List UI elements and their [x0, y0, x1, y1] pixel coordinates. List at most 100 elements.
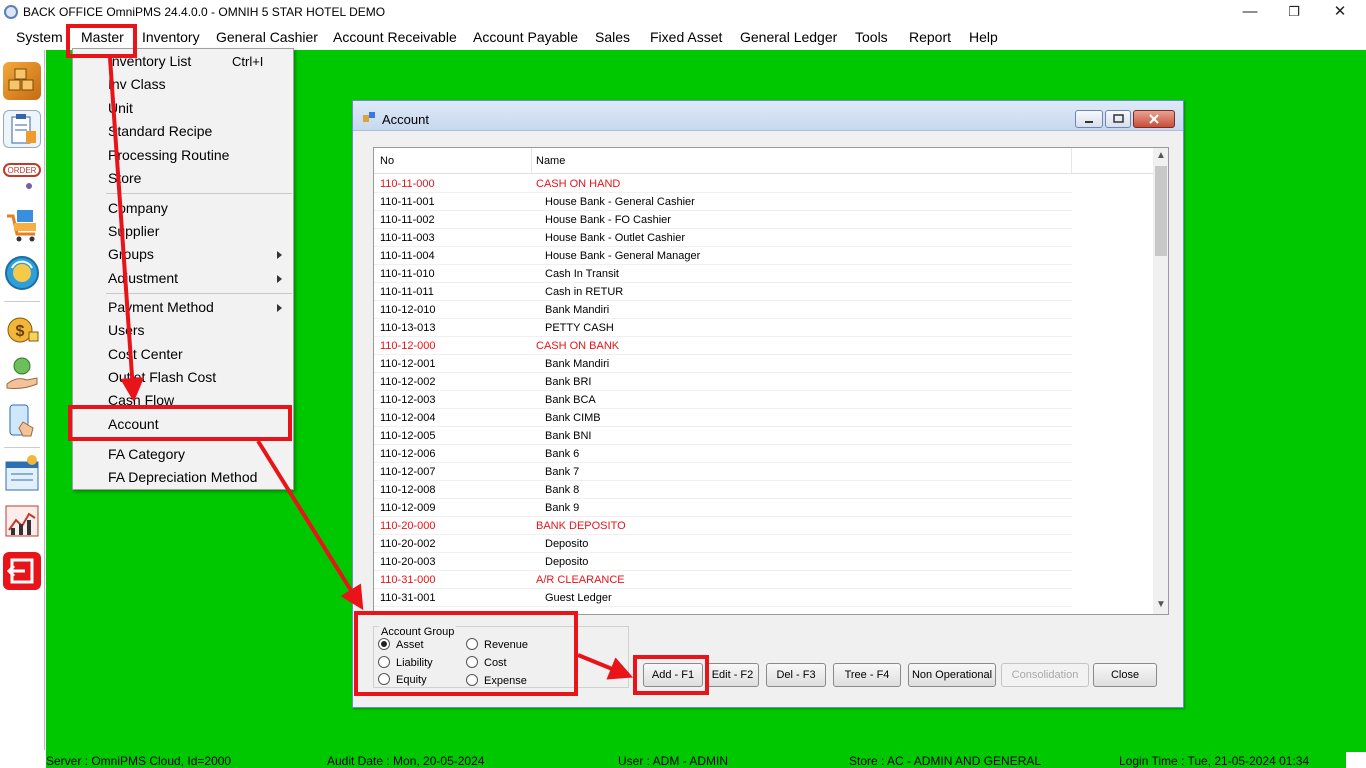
- menu-item-groups[interactable]: Groups: [108, 246, 154, 262]
- money-bag-icon[interactable]: $: [3, 306, 41, 344]
- chart-icon[interactable]: [3, 502, 41, 540]
- vertical-scrollbar[interactable]: ▲ ▼: [1153, 148, 1168, 614]
- menu-account-receivable[interactable]: Account Receivable: [333, 29, 457, 45]
- account-name: House Bank - FO Cashier: [545, 214, 671, 226]
- account-group-row[interactable]: 110-12-000 CASH ON BANK: [374, 337, 1154, 355]
- account-window-titlebar: Account: [353, 101, 1183, 131]
- account-row[interactable]: 110-11-002 House Bank - FO Cashier: [374, 211, 1154, 229]
- menu-item-cost-center[interactable]: Cost Center: [108, 346, 183, 362]
- menu-report[interactable]: Report: [909, 29, 951, 45]
- account-group-row[interactable]: 110-11-000 CASH ON HAND: [374, 175, 1154, 193]
- account-row[interactable]: 110-12-007 Bank 7: [374, 463, 1154, 481]
- window-maximize-button[interactable]: [1105, 110, 1131, 128]
- menu-item-standard-recipe[interactable]: Standard Recipe: [108, 123, 212, 139]
- minimize-button[interactable]: —: [1230, 2, 1270, 22]
- account-grid[interactable]: No Name 110-11-000 CASH ON HAND 110-11-001…: [373, 147, 1169, 615]
- clipboard-icon[interactable]: [3, 110, 41, 148]
- menu-item-outlet-flash-cost[interactable]: Outlet Flash Cost: [108, 369, 216, 385]
- status-audit-date: Audit Date : Mon, 20-05-2024: [327, 754, 485, 768]
- menu-item-supplier[interactable]: Supplier: [108, 223, 159, 239]
- account-no: 110-12-010: [380, 304, 436, 316]
- logout-icon[interactable]: [3, 552, 41, 590]
- window-minimize-button[interactable]: [1075, 110, 1103, 128]
- toolbar-separator: [4, 301, 40, 302]
- shortcut-inventory-list: Ctrl+I: [232, 54, 264, 69]
- account-row[interactable]: 110-31-001 Guest Ledger: [374, 589, 1154, 607]
- scroll-down-icon[interactable]: ▼: [1156, 599, 1166, 610]
- cart-icon[interactable]: [3, 206, 41, 244]
- menu-item-inv-class[interactable]: Inv Class: [108, 76, 166, 92]
- account-name: A/R CLEARANCE: [536, 574, 625, 586]
- account-row[interactable]: 110-12-004 Bank CIMB: [374, 409, 1154, 427]
- menu-help[interactable]: Help: [969, 29, 998, 45]
- account-name: CASH ON BANK: [536, 340, 620, 352]
- non-operational-button[interactable]: Non Operational: [908, 663, 996, 687]
- menu-system[interactable]: System: [16, 29, 63, 45]
- delete-button[interactable]: Del - F3: [766, 663, 826, 687]
- account-row[interactable]: 110-11-010 Cash In Transit: [374, 265, 1154, 283]
- account-row[interactable]: 110-20-002 Deposito: [374, 535, 1154, 553]
- account-no: 110-11-002: [380, 214, 435, 226]
- sync-icon[interactable]: [3, 254, 41, 292]
- menu-inventory[interactable]: Inventory: [142, 29, 200, 45]
- account-row[interactable]: 110-12-002 Bank BRI: [374, 373, 1154, 391]
- account-name: Bank BNI: [545, 430, 592, 442]
- menu-sales[interactable]: Sales: [595, 29, 630, 45]
- account-no: 110-11-000: [380, 178, 435, 190]
- menu-fixed-asset[interactable]: Fixed Asset: [650, 29, 722, 45]
- menu-item-processing-routine[interactable]: Processing Routine: [108, 147, 229, 163]
- warehouse-icon[interactable]: [3, 62, 41, 100]
- menu-item-company[interactable]: Company: [108, 200, 168, 216]
- order-icon[interactable]: ORDER: [3, 158, 41, 196]
- account-row[interactable]: 110-12-008 Bank 8: [374, 481, 1154, 499]
- menu-item-unit[interactable]: Unit: [108, 100, 133, 116]
- menu-item-store[interactable]: Store: [108, 170, 141, 186]
- menu-bar: System Master Inventory General Cashier …: [0, 26, 1366, 48]
- account-row[interactable]: 110-13-013 PETTY CASH: [374, 319, 1154, 337]
- account-row[interactable]: 110-11-004 House Bank - General Manager: [374, 247, 1154, 265]
- menu-item-fa-depreciation-method[interactable]: FA Depreciation Method: [108, 469, 257, 485]
- submenu-arrow-icon: [277, 304, 282, 312]
- account-row[interactable]: 110-12-001 Bank Mandiri: [374, 355, 1154, 373]
- tree-button[interactable]: Tree - F4: [833, 663, 901, 687]
- account-row[interactable]: 110-12-005 Bank BNI: [374, 427, 1154, 445]
- column-header-name[interactable]: Name: [536, 155, 565, 167]
- report-icon[interactable]: [3, 454, 41, 492]
- column-header-no[interactable]: No: [380, 155, 394, 167]
- touch-phone-icon[interactable]: [3, 402, 41, 440]
- restore-button[interactable]: ❐: [1274, 2, 1314, 22]
- window-close-button[interactable]: [1133, 110, 1175, 128]
- account-no: 110-20-003: [380, 556, 436, 568]
- title-bar: BACK OFFICE OmniPMS 24.4.0.0 - OMNIH 5 S…: [0, 0, 1366, 24]
- menu-item-adjustment[interactable]: Adjustment: [108, 270, 178, 286]
- scrollbar-thumb[interactable]: [1155, 166, 1167, 256]
- account-group-row[interactable]: 110-20-000 BANK DEPOSITO: [374, 517, 1154, 535]
- menu-general-cashier[interactable]: General Cashier: [216, 29, 318, 45]
- menu-item-fa-category[interactable]: FA Category: [108, 446, 185, 462]
- menu-general-ledger[interactable]: General Ledger: [740, 29, 837, 45]
- account-row[interactable]: 110-12-006 Bank 6: [374, 445, 1154, 463]
- account-row[interactable]: 110-12-010 Bank Mandiri: [374, 301, 1154, 319]
- menu-item-payment-method[interactable]: Payment Method: [108, 299, 214, 315]
- submenu-arrow-icon: [277, 251, 282, 259]
- menu-separator: [106, 193, 292, 194]
- column-divider: [531, 148, 532, 174]
- account-row[interactable]: 110-12-003 Bank BCA: [374, 391, 1154, 409]
- scroll-up-icon[interactable]: ▲: [1156, 150, 1166, 161]
- account-row[interactable]: 110-11-003 House Bank - Outlet Cashier: [374, 229, 1154, 247]
- menu-account-payable[interactable]: Account Payable: [473, 29, 578, 45]
- menu-item-users[interactable]: Users: [108, 322, 145, 338]
- account-group-row[interactable]: 110-31-000 A/R CLEARANCE: [374, 571, 1154, 589]
- account-row[interactable]: 110-11-011 Cash in RETUR: [374, 283, 1154, 301]
- account-row[interactable]: 110-11-001 House Bank - General Cashier: [374, 193, 1154, 211]
- status-store: Store : AC - ADMIN AND GENERAL: [849, 754, 1042, 768]
- menu-tools[interactable]: Tools: [855, 29, 888, 45]
- status-server: Server : OmniPMS Cloud, Id=2000: [46, 754, 232, 768]
- account-row[interactable]: 110-20-003 Deposito: [374, 553, 1154, 571]
- account-row[interactable]: 110-12-009 Bank 9: [374, 499, 1154, 517]
- close-window-button[interactable]: Close: [1093, 663, 1157, 687]
- edit-button[interactable]: Edit - F2: [706, 663, 759, 687]
- payment-hand-icon[interactable]: [3, 354, 41, 392]
- account-name: Deposito: [545, 538, 589, 550]
- close-button[interactable]: ✕: [1320, 2, 1360, 22]
